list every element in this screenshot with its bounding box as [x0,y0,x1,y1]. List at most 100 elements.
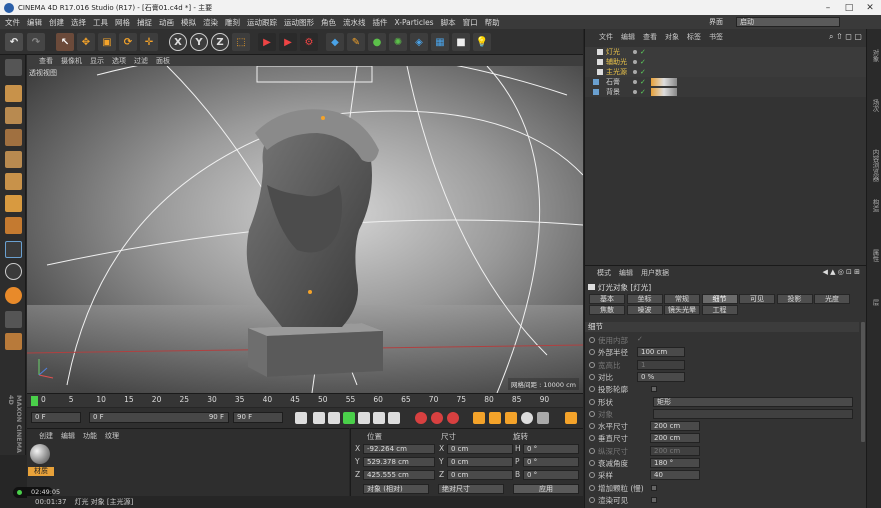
size-x-field[interactable]: 0 cm [447,444,513,454]
menu-item-18[interactable]: 窗口 [463,17,478,28]
object-visibility-icon[interactable] [633,70,637,74]
key-position-icon[interactable] [473,412,485,424]
attribute-value-field[interactable]: 矩形 [653,396,853,407]
key-rotation-icon[interactable] [505,412,517,424]
coordinate-system-icon[interactable]: ⬚ [232,33,250,51]
attribute-animate-icon[interactable] [589,349,595,356]
menu-item-1[interactable]: 编辑 [27,17,42,28]
menu-item-14[interactable]: 流水线 [343,17,366,28]
attribute-scrollbar[interactable] [861,322,865,442]
texture-mode-icon[interactable] [5,107,22,124]
select-arrow-icon[interactable]: ↖ [56,33,74,51]
attribute-animate-icon[interactable] [589,398,595,405]
object-enable-check-icon[interactable]: ✓ [640,48,646,56]
viewport-menu-item-1[interactable]: 摄像机 [61,56,82,66]
move-icon[interactable]: ✥ [77,33,95,51]
object-row-4[interactable]: 背景 ✓ [585,87,867,97]
timeline-ruler[interactable]: 0 5 10 15 20 25 30 35 40 45 50 55 60 65 70 75 80 85 90 [27,393,583,407]
axis-mode-icon[interactable] [5,217,22,234]
material-menu-item-1[interactable]: 编辑 [61,431,75,441]
object-visibility-icon[interactable] [633,50,637,54]
right-strip-tab-0[interactable]: 对象 [870,49,880,62]
menu-item-0[interactable]: 文件 [5,17,20,28]
current-frame-slider[interactable]: 0 F 90 F [89,412,229,423]
object-enable-check-icon[interactable]: ✓ [640,68,646,76]
rotation-h-field[interactable]: 0 ° [523,444,579,454]
tab-5[interactable]: 投影 [776,294,813,304]
attribute-value-field[interactable] [653,408,853,419]
camera-icon[interactable]: ■ [452,33,470,51]
size-y-field[interactable]: 0 cm [447,457,513,467]
object-enable-check-icon[interactable]: ✓ [640,88,646,96]
menu-item-8[interactable]: 模拟 [181,17,196,28]
right-strip-tab-5[interactable]: 层 [870,299,880,306]
attribute-animate-icon[interactable] [589,496,595,503]
tab-row2-1[interactable]: 噪波 [626,305,663,315]
tab-3[interactable]: 细节 [701,294,738,304]
attribute-animate-icon[interactable] [589,484,595,491]
object-menu-item-5[interactable]: 书签 [709,32,723,42]
key-parameter-icon[interactable] [521,412,533,424]
material-preview-ball[interactable] [30,444,50,464]
viewport-menu-item-2[interactable]: 显示 [90,56,104,66]
attribute-value-field[interactable]: 100 cm [637,347,685,358]
attribute-value-field[interactable]: 200 cm [650,433,700,444]
play-icon[interactable] [343,412,355,424]
key-scale-icon[interactable] [489,412,501,424]
workplane-mode-icon[interactable] [5,129,22,146]
prev-key-icon[interactable] [313,412,325,424]
menu-item-3[interactable]: 选择 [71,17,86,28]
object-enable-check-icon[interactable]: ✓ [640,78,646,86]
attribute-animate-icon[interactable] [589,373,595,380]
apply-button[interactable]: 应用 [513,484,579,494]
menu-item-5[interactable]: 网格 [115,17,130,28]
make-editable-icon[interactable] [5,59,22,76]
size-mode-dropdown[interactable]: 绝对尺寸 [438,484,504,494]
material-name-label[interactable]: 材质 [28,467,54,476]
menu-item-9[interactable]: 渲染 [203,17,218,28]
timeline-playhead[interactable] [31,396,38,406]
object-search-icon[interactable]: ⌕ ⇧ ◻ ▢ [829,32,862,42]
next-frame-icon[interactable] [358,412,370,424]
attribute-value-field[interactable]: 180 ° [650,458,700,468]
goto-start-icon[interactable] [295,412,307,424]
size-z-field[interactable]: 0 cm [447,470,513,480]
attribute-checkbox[interactable]: ✓ [637,335,643,343]
material-menu-item-3[interactable]: 纹理 [105,431,119,441]
object-row-3[interactable]: 石膏 ✓ [585,77,867,87]
model-mode-icon[interactable] [5,85,22,102]
object-row-1[interactable]: 辅助光 ✓ [585,57,867,67]
attribute-value-field[interactable]: 200 cm [650,445,700,456]
attribute-animate-icon[interactable] [589,361,595,368]
attribute-value-field[interactable]: 0 % [637,371,685,382]
tab-2[interactable]: 常规 [664,294,700,304]
right-strip-tab-2[interactable]: 内容浏览器 [870,149,880,182]
points-mode-icon[interactable] [5,151,22,168]
right-strip-tab-4[interactable]: 属性 [870,249,880,262]
menu-item-13[interactable]: 角色 [321,17,336,28]
tab-0[interactable]: 基本 [589,294,625,304]
object-visibility-icon[interactable] [633,90,637,94]
deformer-icon[interactable]: ◈ [410,33,428,51]
menu-item-7[interactable]: 动画 [159,17,174,28]
perspective-viewport[interactable]: 查看 摄像机 显示 选项 过滤 面板 透视视图 网格间距 : 10000 cm [27,55,583,393]
rotate-icon[interactable]: ⟳ [119,33,137,51]
attribute-animate-icon[interactable] [589,472,595,479]
attribute-menu-item-0[interactable]: 模式 [597,268,611,278]
right-strip-tab-3[interactable]: 构造 [870,199,880,212]
next-key-icon[interactable] [373,412,385,424]
z-axis-icon[interactable]: Z [211,33,229,51]
menu-item-17[interactable]: 脚本 [441,17,456,28]
attribute-animate-icon[interactable] [589,423,595,430]
rotation-b-field[interactable]: 0 ° [523,470,579,480]
object-visibility-icon[interactable] [633,60,637,64]
position-x-field[interactable]: -92.264 cm [363,444,435,454]
attribute-checkbox[interactable] [651,484,657,491]
position-y-field[interactable]: 529.378 cm [363,457,435,467]
attribute-animate-icon[interactable] [589,410,595,417]
object-enable-check-icon[interactable]: ✓ [640,58,646,66]
menu-item-19[interactable]: 帮助 [485,17,500,28]
render-view-icon[interactable]: ▶ [258,33,276,51]
attribute-animate-icon[interactable] [589,460,595,466]
timeline-window-icon[interactable] [565,412,577,424]
